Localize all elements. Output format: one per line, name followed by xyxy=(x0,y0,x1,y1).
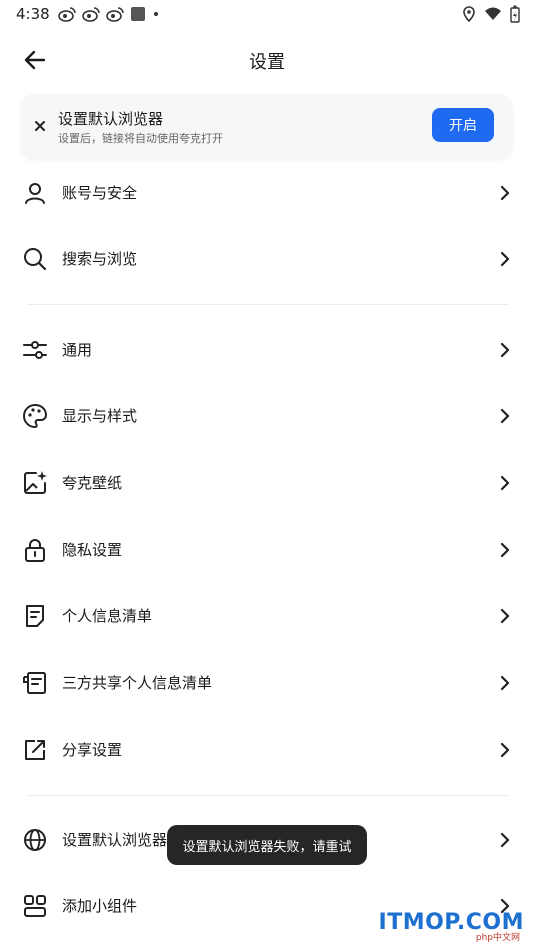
share-icon xyxy=(25,740,45,760)
settings-item-label: 账号与安全 xyxy=(62,184,138,202)
banner-title: 设置默认浏览器 xyxy=(58,110,164,128)
chevron-right-icon xyxy=(500,475,510,491)
chevron-right-icon xyxy=(500,542,510,558)
wifi-icon xyxy=(485,7,501,20)
settings-item-label: 三方共享个人信息清单 xyxy=(62,674,213,692)
settings-item-label: 通用 xyxy=(62,341,93,359)
widget-icon xyxy=(24,895,46,917)
document-list-icon xyxy=(26,605,44,627)
chevron-right-icon xyxy=(500,408,510,424)
default-browser-banner: 设置默认浏览器 设置后，链接将自动使用夸克打开 开启 xyxy=(22,94,512,158)
settings-item-general[interactable]: 通用 xyxy=(0,322,534,378)
weibo-icon xyxy=(82,7,100,22)
settings-item-share[interactable]: 分享设置 xyxy=(0,722,534,778)
section-divider xyxy=(28,304,508,305)
settings-item-label: 显示与样式 xyxy=(62,407,138,425)
enable-button[interactable]: 开启 xyxy=(432,108,494,142)
settings-item-account[interactable]: 账号与安全 xyxy=(0,165,534,221)
settings-item-display[interactable]: 显示与样式 xyxy=(0,388,534,444)
settings-item-label: 分享设置 xyxy=(62,741,123,759)
close-icon[interactable] xyxy=(32,116,48,136)
sliders-icon xyxy=(23,341,47,359)
banner-subtitle: 设置后，链接将自动使用夸克打开 xyxy=(58,132,223,145)
system-icons xyxy=(462,5,520,23)
location-icon xyxy=(463,6,475,22)
top-app-bar: 设置 xyxy=(0,36,534,84)
watermark-sub: php中文网 xyxy=(475,933,520,943)
chevron-right-icon xyxy=(500,342,510,358)
globe-icon xyxy=(24,829,46,851)
section-divider xyxy=(28,795,508,796)
chevron-right-icon xyxy=(500,185,510,201)
app-square-icon xyxy=(131,7,145,21)
lock-icon xyxy=(25,539,45,562)
settings-item-label: 搜索与浏览 xyxy=(62,250,138,268)
toast-message: 设置默认浏览器失败，请重试 xyxy=(167,825,367,865)
search-icon xyxy=(24,248,47,271)
settings-item-label: 隐私设置 xyxy=(62,541,123,559)
weibo-icon xyxy=(106,7,124,22)
settings-item-label: 夸克壁纸 xyxy=(62,474,123,492)
page-title: 设置 xyxy=(249,52,285,73)
settings-item-personal-info[interactable]: 个人信息清单 xyxy=(0,588,534,644)
shared-document-icon xyxy=(23,672,46,694)
settings-item-label: 设置默认浏览器 xyxy=(62,831,168,849)
dot-icon xyxy=(154,12,158,16)
settings-item-privacy[interactable]: 隐私设置 xyxy=(0,522,534,578)
wallpaper-sparkle-icon xyxy=(24,471,47,494)
chevron-right-icon xyxy=(500,608,510,624)
user-icon xyxy=(25,183,45,204)
chevron-right-icon xyxy=(500,675,510,691)
settings-item-wallpaper[interactable]: 夸克壁纸 xyxy=(0,455,534,511)
settings-item-search[interactable]: 搜索与浏览 xyxy=(0,231,534,287)
palette-icon xyxy=(23,403,48,429)
settings-item-label: 添加小组件 xyxy=(62,897,138,915)
chevron-right-icon xyxy=(500,832,510,848)
status-time: 4:38 xyxy=(16,5,50,23)
chevron-right-icon xyxy=(500,251,510,267)
weibo-icon xyxy=(58,7,76,22)
chevron-right-icon xyxy=(500,742,510,758)
status-bar: 4:38 xyxy=(0,0,534,28)
battery-icon xyxy=(510,5,520,23)
settings-item-label: 个人信息清单 xyxy=(62,607,153,625)
settings-item-third-party[interactable]: 三方共享个人信息清单 xyxy=(0,655,534,711)
notification-icons xyxy=(58,6,160,22)
